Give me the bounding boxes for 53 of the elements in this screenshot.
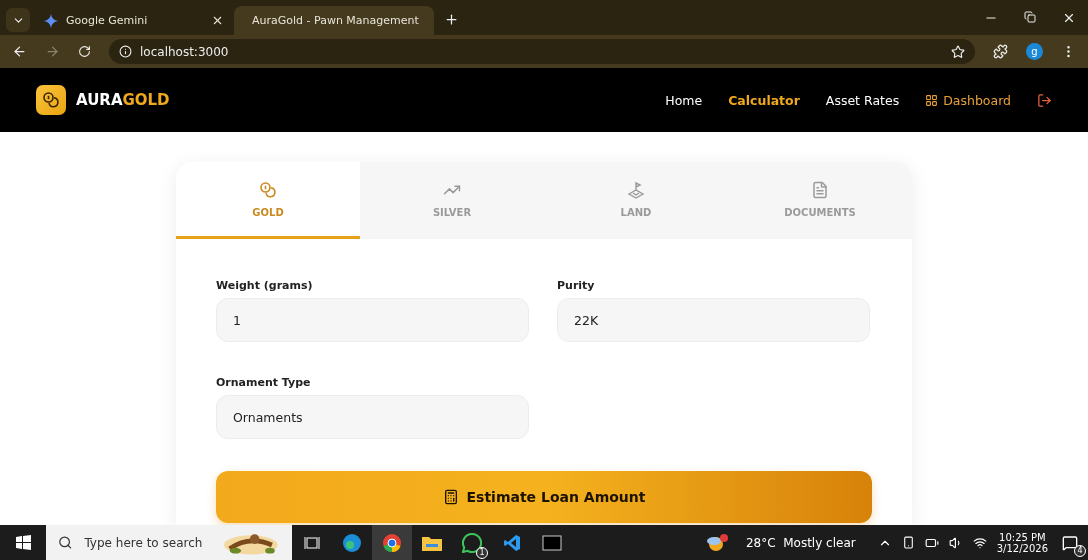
folder-icon[interactable] [422, 534, 442, 551]
input-field[interactable]: Ornaments [216, 395, 529, 439]
estimate-button[interactable]: Estimate Loan Amount [216, 471, 872, 523]
star-icon[interactable] [951, 44, 965, 59]
browser-tab[interactable]: Google Gemini [34, 6, 234, 35]
clock-time: 10:25 PM [999, 531, 1046, 543]
land-icon [627, 180, 645, 199]
extensions-icon[interactable] [993, 44, 1008, 59]
document-icon [811, 180, 829, 199]
forward-icon[interactable] [45, 44, 60, 59]
brand-logo: AURAGOLD [76, 91, 170, 109]
input-field[interactable]: 22K [557, 298, 870, 342]
notification-badge: 4 [1074, 544, 1086, 557]
chrome-icon[interactable] [382, 532, 402, 553]
field-label: Purity [557, 279, 596, 292]
back-icon[interactable] [12, 44, 27, 59]
clock-date: 3/12/2026 [996, 542, 1048, 554]
grid-icon [925, 93, 939, 107]
calculator-icon [442, 489, 459, 505]
nav-link[interactable]: Dashboard [925, 92, 1011, 108]
field-label: Ornament Type [216, 376, 312, 389]
chat-icon[interactable] [462, 532, 482, 553]
search-icon[interactable] [58, 535, 73, 550]
reload-icon[interactable] [78, 45, 91, 58]
coins-icon [259, 180, 277, 199]
phone-icon[interactable] [901, 536, 915, 549]
input-field[interactable]: 1 [216, 298, 529, 342]
tab-search-button[interactable] [6, 8, 30, 32]
field-label: Weight (grams) [216, 279, 314, 292]
new-tab-icon[interactable] [444, 12, 459, 27]
weather-icon [705, 533, 728, 552]
search-field[interactable]: Type here to search [82, 534, 213, 551]
nav-link[interactable]: Calculator [728, 92, 800, 108]
nav-link[interactable]: Asset Rates [825, 92, 900, 108]
code-editor-icon[interactable] [503, 533, 521, 552]
browser-tab[interactable]: AuraGold - Pawn Management [234, 6, 434, 35]
terminal-icon[interactable] [542, 534, 562, 551]
sparkle-icon [44, 13, 58, 28]
task-view-icon[interactable] [304, 534, 320, 551]
restore-icon[interactable] [1024, 10, 1036, 23]
notification-badge: 1 [476, 546, 488, 559]
weather-text: 28°C Mostly clear [745, 535, 856, 550]
windows-icon[interactable] [15, 535, 31, 550]
nav-link[interactable]: Home [665, 92, 703, 108]
wifi-icon[interactable] [972, 535, 987, 550]
address-bar[interactable]: localhost:3000 [109, 39, 975, 64]
info-icon[interactable] [119, 45, 132, 58]
close-icon[interactable] [211, 14, 224, 27]
notifications-icon[interactable] [1062, 534, 1078, 551]
logo-icon [36, 85, 66, 115]
edge-icon[interactable] [342, 532, 362, 553]
logout-icon[interactable] [1037, 92, 1052, 108]
profile-avatar[interactable]: g [1026, 43, 1043, 60]
